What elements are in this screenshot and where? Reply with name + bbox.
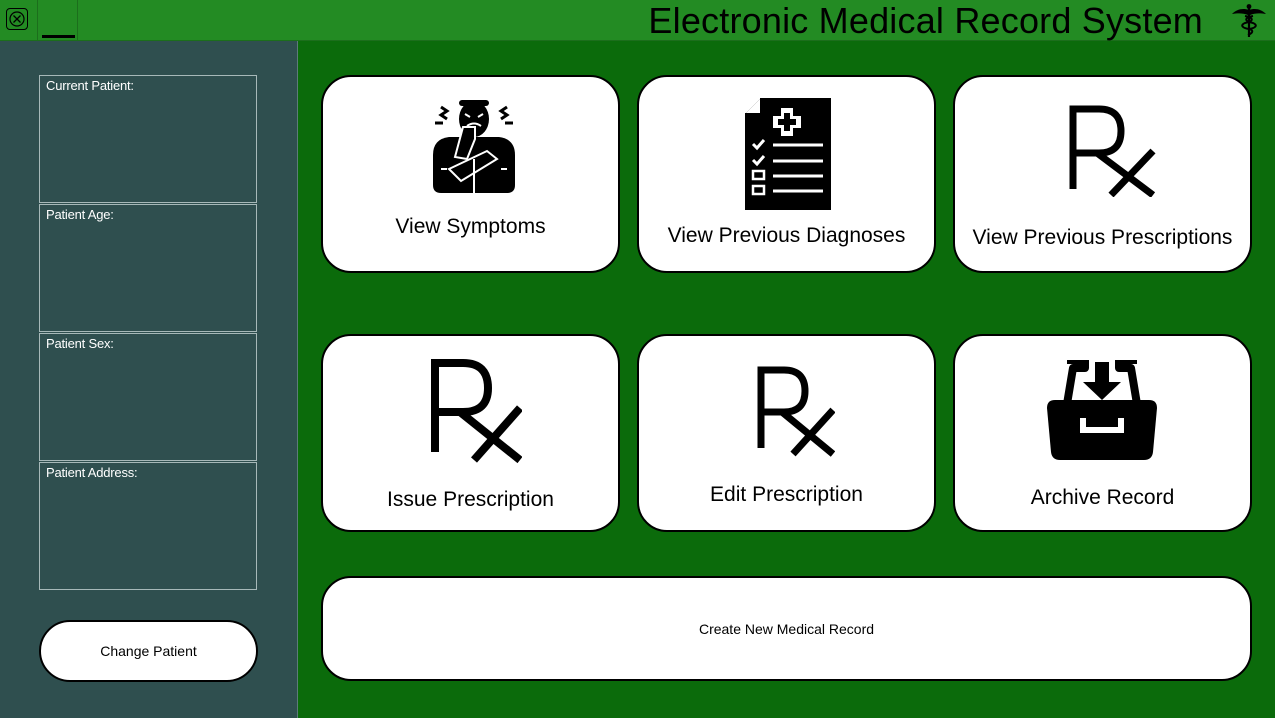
patient-sex-field: Patient Sex: (39, 333, 257, 461)
issue-prescription-label: Issue Prescription (387, 488, 554, 511)
patient-address-label: Patient Address: (46, 465, 138, 480)
archive-record-label: Archive Record (1030, 486, 1175, 509)
archive-icon (1047, 360, 1157, 460)
rx-icon (431, 359, 522, 464)
sick-person-icon (433, 100, 515, 193)
minimize-icon (42, 35, 75, 38)
archive-record-button[interactable]: Archive Record (953, 334, 1252, 532)
caduceus-icon (1232, 4, 1266, 37)
close-button[interactable] (6, 8, 28, 30)
change-patient-button[interactable]: Change Patient (39, 620, 258, 682)
create-new-medical-record-button[interactable]: Create New Medical Record (321, 576, 1252, 681)
view-previous-diagnoses-button[interactable]: View Previous Diagnoses (637, 75, 936, 273)
view-previous-prescriptions-label: View Previous Prescriptions (972, 226, 1233, 249)
issue-prescription-button[interactable]: Issue Prescription (321, 334, 620, 532)
titlebar-divider (77, 0, 78, 40)
title-bar: Electronic Medical Record System (0, 0, 1275, 41)
patient-sidebar: Current Patient: Patient Age: Patient Se… (0, 41, 298, 718)
current-patient-label: Current Patient: (46, 78, 134, 93)
view-previous-prescriptions-button[interactable]: View Previous Prescriptions (953, 75, 1252, 273)
app-title: Electronic Medical Record System (648, 0, 1203, 41)
view-symptoms-label: View Symptoms (395, 215, 546, 238)
patient-age-label: Patient Age: (46, 207, 114, 222)
patient-sex-label: Patient Sex: (46, 336, 114, 351)
patient-age-field: Patient Age: (39, 204, 257, 332)
close-icon (9, 11, 25, 27)
medical-report-icon (745, 98, 831, 210)
minimize-button[interactable] (38, 0, 77, 40)
edit-prescription-label: Edit Prescription (710, 483, 863, 506)
edit-prescription-button[interactable]: Edit Prescription (637, 334, 936, 532)
view-previous-diagnoses-label: View Previous Diagnoses (667, 224, 906, 247)
current-patient-field: Current Patient: (39, 75, 257, 203)
view-symptoms-button[interactable]: View Symptoms (321, 75, 620, 273)
rx-icon (757, 366, 835, 457)
rx-icon (1069, 105, 1156, 197)
patient-address-field: Patient Address: (39, 462, 257, 590)
